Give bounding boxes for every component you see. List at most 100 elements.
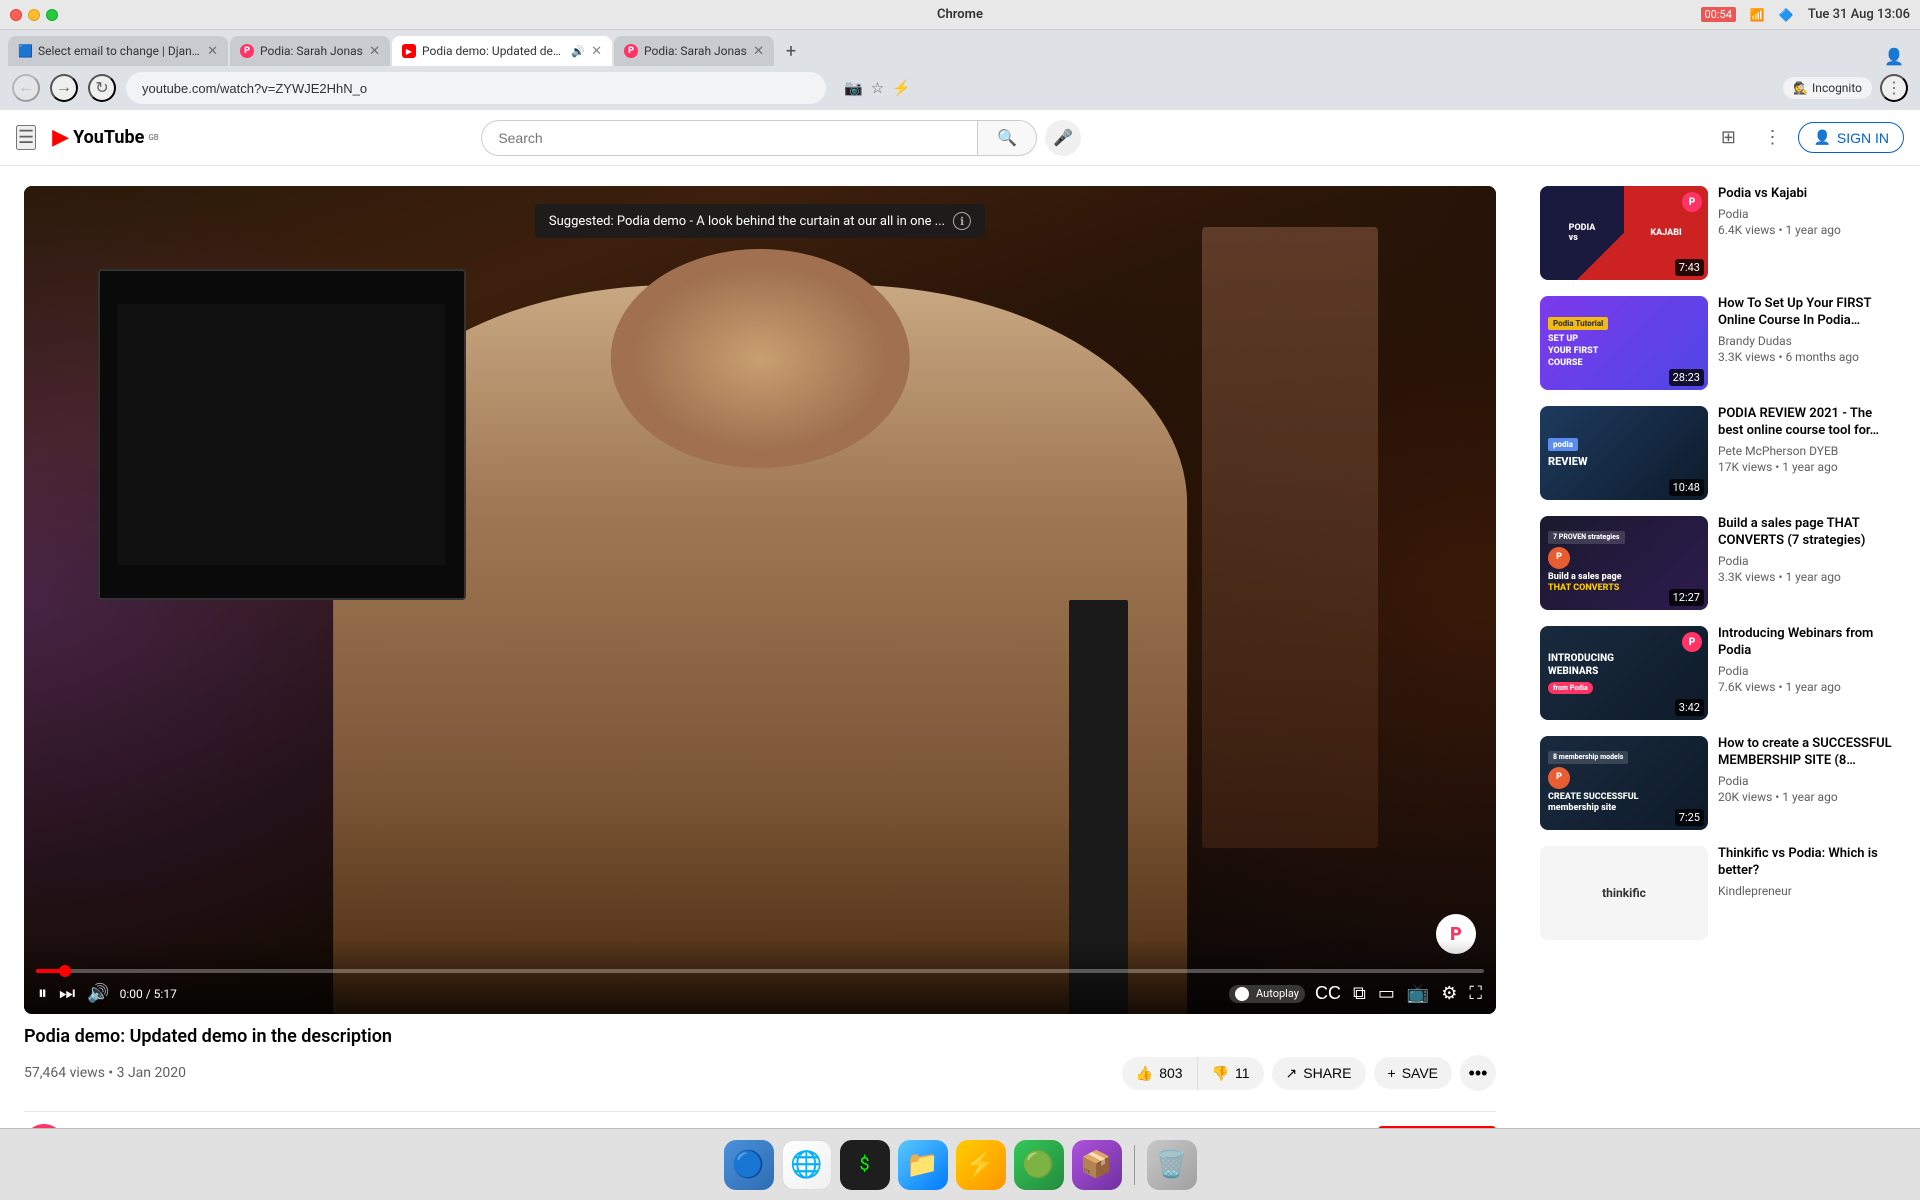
sidebar-meta-5: 7.6K views • 1 year ago — [1718, 680, 1900, 694]
youtube-logo-icon: ▶ — [52, 125, 69, 150]
tab-3-active[interactable]: ▶ Podia demo: Updated dem... 🔊 ✕ — [392, 36, 612, 66]
app-name-label: Chrome — [937, 7, 983, 22]
sidebar-meta-6: 20K views • 1 year ago — [1718, 790, 1900, 804]
sidebar-channel-3: Pete McPherson DYEB — [1718, 444, 1900, 458]
browser-chrome: 🟦 Select email to change | Djang... ✕ P … — [0, 30, 1920, 110]
autoplay-toggle[interactable]: Autoplay — [1229, 985, 1305, 1003]
list-item[interactable]: Podia Tutorial SET UPYOUR FIRSTCOURSE 28… — [1536, 292, 1904, 394]
search-button[interactable]: 🔍 — [977, 120, 1037, 156]
dock-trash[interactable]: 🗑️ — [1147, 1140, 1197, 1190]
sidebar-video-info-3: PODIA REVIEW 2021 - The best online cour… — [1718, 406, 1900, 500]
tab-2[interactable]: P Podia: Sarah Jonas ✕ — [230, 36, 390, 66]
list-item[interactable]: podia REVIEW 10:48 PODIA REVIEW 2021 - T… — [1536, 402, 1904, 504]
tab-favicon-1: 🟦 — [18, 44, 32, 58]
sidebar-channel-6: Podia — [1718, 774, 1900, 788]
list-item[interactable]: 7 PROVEN strategies P Build a sales page… — [1536, 512, 1904, 614]
dock-app7[interactable]: 📦 — [1072, 1140, 1122, 1190]
dock-files[interactable]: 📁 — [898, 1140, 948, 1190]
like-button[interactable]: 👍 803 — [1122, 1057, 1198, 1090]
progress-bar[interactable] — [36, 969, 1484, 973]
files-icon: 📁 — [906, 1150, 938, 1180]
browser-menu-button[interactable]: ⋮ — [1880, 74, 1908, 102]
tab-close-2[interactable]: ✕ — [369, 44, 380, 59]
video-info: Podia demo: Updated demo in the descript… — [24, 1014, 1496, 1111]
thumbs-down-icon: 👎 — [1212, 1065, 1229, 1082]
settings-button[interactable]: ⚙ — [1439, 981, 1459, 1006]
next-button[interactable]: ⏭ — [57, 981, 77, 1006]
dock-app6[interactable]: 🟢 — [1014, 1140, 1064, 1190]
cast-button[interactable]: 📺 — [1405, 981, 1431, 1006]
youtube-logo[interactable]: ▶ YouTube GB — [52, 125, 159, 150]
video-player[interactable]: P Suggested: Podia demo - A look behind … — [24, 186, 1496, 1014]
tab-close-4[interactable]: ✕ — [753, 44, 764, 59]
extension-icon[interactable]: ⚡ — [892, 79, 911, 97]
tab-close-3[interactable]: ✕ — [591, 44, 602, 59]
maximize-window-button[interactable] — [46, 9, 58, 21]
fullscreen-button[interactable]: ⛶ — [1467, 981, 1484, 1006]
share-icon: ↗ — [1286, 1065, 1298, 1082]
miniplayer-button[interactable]: ⧉ — [1351, 981, 1368, 1006]
dock-bolt[interactable]: ⚡ — [956, 1140, 1006, 1190]
dock-finder[interactable]: 🔵 — [724, 1140, 774, 1190]
camera-blocked-icon: 📷 — [844, 79, 863, 97]
sidebar-thumbnail-1: PODIAvs KAJABI P 7:43 — [1540, 186, 1708, 280]
time-display: 0:00 / 5:17 — [120, 987, 177, 1001]
address-input[interactable] — [126, 72, 826, 104]
subtitles-button[interactable]: CC — [1313, 981, 1343, 1006]
sidebar-meta-3: 17K views • 1 year ago — [1718, 460, 1900, 474]
share-button[interactable]: ↗ SHARE — [1272, 1057, 1366, 1090]
apps-grid-button[interactable]: ⊞ — [1710, 120, 1746, 156]
dock-terminal[interactable]: $ — [840, 1140, 890, 1190]
thumbs-up-icon: 👍 — [1136, 1065, 1153, 1082]
minimize-window-button[interactable] — [28, 9, 40, 21]
forward-button[interactable]: → — [50, 74, 78, 102]
reload-button[interactable]: ↻ — [88, 74, 116, 102]
sign-in-button[interactable]: 👤 SIGN IN — [1798, 122, 1904, 153]
traffic-lights[interactable] — [10, 9, 58, 21]
tab-4[interactable]: P Podia: Sarah Jonas ✕ — [614, 36, 774, 66]
theater-button[interactable]: ▭ — [1376, 981, 1397, 1006]
sidebar-thumbnail-2: Podia Tutorial SET UPYOUR FIRSTCOURSE 28… — [1540, 296, 1708, 390]
youtube-header: ☰ ▶ YouTube GB 🔍 🎤 ⊞ ⋮ 👤 SIGN IN — [0, 110, 1920, 166]
new-tab-button[interactable]: + — [776, 36, 806, 66]
dislike-button[interactable]: 👎 11 — [1198, 1057, 1264, 1090]
tab-1[interactable]: 🟦 Select email to change | Djang... ✕ — [8, 36, 228, 66]
search-form: 🔍 🎤 — [481, 120, 1081, 156]
list-item[interactable]: INTRODUCINGWEBINARS from Podia P 3:42 In… — [1536, 622, 1904, 724]
dislike-count: 11 — [1235, 1065, 1250, 1081]
play-pause-button[interactable]: ⏸ — [36, 981, 49, 1006]
close-window-button[interactable] — [10, 9, 22, 21]
back-button[interactable]: ← — [12, 74, 40, 102]
more-actions-button[interactable]: ••• — [1460, 1055, 1496, 1091]
volume-button[interactable]: 🔊 — [85, 981, 111, 1006]
sidebar-thumbnail-6: 8 membership models P CREATE SUCCESSFULm… — [1540, 736, 1708, 830]
youtube-app: ☰ ▶ YouTube GB 🔍 🎤 ⊞ ⋮ 👤 SIGN IN — [0, 110, 1920, 1128]
podia-badge-5: P — [1682, 632, 1702, 652]
sidebar-video-info-7: Thinkific vs Podia: Which is better? Kin… — [1718, 846, 1900, 940]
bolt-icon: ⚡ — [964, 1150, 996, 1180]
list-item[interactable]: thinkific Thinkific vs Podia: Which is b… — [1536, 842, 1904, 944]
list-item[interactable]: PODIAvs KAJABI P 7:43 Podia vs Kajabi Po… — [1536, 182, 1904, 284]
video-controls: ⏸ ⏭ 🔊 0:00 / 5:17 Autoplay CC ⧉ — [24, 939, 1496, 1014]
suggestion-info-button[interactable]: ℹ — [953, 212, 971, 230]
dock-chrome[interactable]: 🌐 — [782, 1140, 832, 1190]
voice-search-button[interactable]: 🎤 — [1045, 120, 1081, 156]
tab-favicon-3: ▶ — [402, 44, 416, 58]
hamburger-menu-button[interactable]: ☰ — [16, 125, 36, 150]
duration-6: 7:25 — [1675, 809, 1704, 826]
sidebar-video-title-4: Build a sales page THAT CONVERTS (7 stra… — [1718, 516, 1900, 550]
sidebar-video-title-7: Thinkific vs Podia: Which is better? — [1718, 846, 1900, 880]
browser-profile-icon[interactable]: 👤 — [1884, 47, 1904, 66]
youtube-region-label: GB — [148, 133, 158, 142]
more-options-button[interactable]: ⋮ — [1754, 120, 1790, 156]
sidebar-thumbnail-5: INTRODUCINGWEBINARS from Podia P 3:42 — [1540, 626, 1708, 720]
duration-5: 3:42 — [1675, 699, 1704, 716]
search-input[interactable] — [481, 120, 977, 156]
sidebar-channel-4: Podia — [1718, 554, 1900, 568]
star-icon[interactable]: ☆ — [871, 79, 884, 97]
save-button[interactable]: + SAVE — [1374, 1057, 1453, 1089]
tab-close-1[interactable]: ✕ — [207, 44, 218, 59]
suggestion-text: Suggested: Podia demo - A look behind th… — [549, 214, 945, 229]
list-item[interactable]: 8 membership models P CREATE SUCCESSFULm… — [1536, 732, 1904, 834]
sidebar-video-title-2: How To Set Up Your FIRST Online Course I… — [1718, 296, 1900, 330]
